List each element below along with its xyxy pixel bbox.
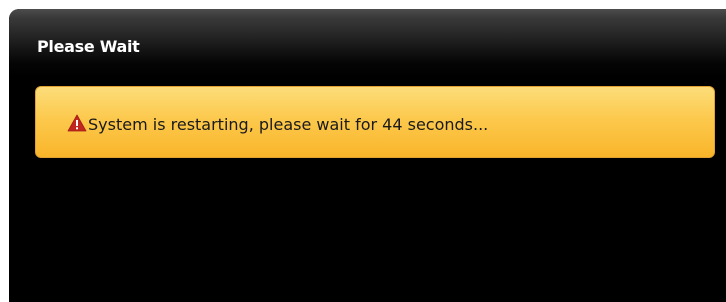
dialog-titlebar: Please Wait	[9, 9, 726, 77]
restart-message: System is restarting, please wait for 44…	[88, 115, 489, 134]
warning-triangle-icon	[67, 114, 87, 132]
restart-alert: System is restarting, please wait for 44…	[35, 86, 715, 158]
dialog-title: Please Wait	[37, 37, 140, 56]
page: Please Wait System is restarting, please…	[0, 0, 726, 302]
please-wait-dialog: Please Wait System is restarting, please…	[9, 9, 726, 302]
